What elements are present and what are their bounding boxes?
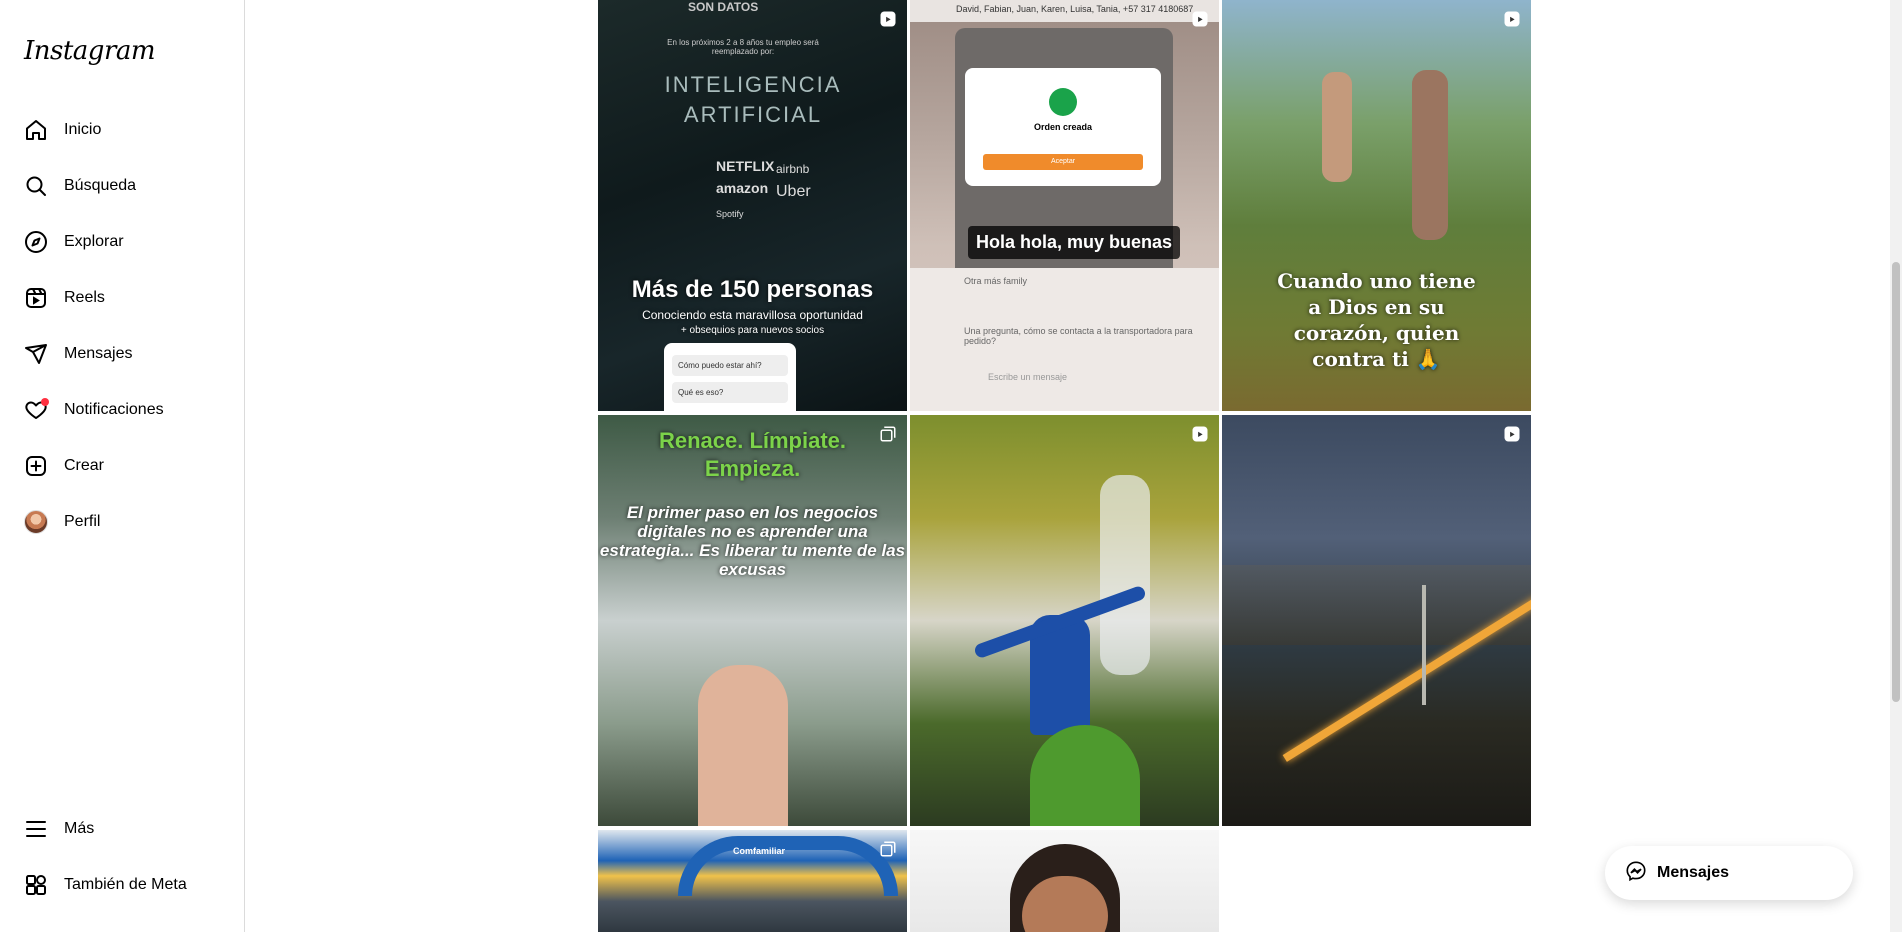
sidebar-item-explore[interactable]: Explorar bbox=[12, 218, 232, 266]
post-tile[interactable]: SON DATOS En los próximos 2 a 8 años tu … bbox=[598, 0, 907, 411]
post-text: El primer paso en los negocios digitales… bbox=[599, 503, 906, 579]
post-text: Orden creada bbox=[1033, 122, 1093, 132]
grid-shapes-icon bbox=[24, 873, 48, 897]
reel-icon bbox=[1191, 10, 1209, 28]
sidebar-item-label: Explorar bbox=[64, 233, 124, 250]
post-text: SON DATOS bbox=[688, 0, 759, 14]
reels-icon bbox=[24, 286, 48, 310]
home-icon bbox=[24, 118, 48, 142]
plus-square-icon bbox=[24, 454, 48, 478]
post-text: Cuando uno tiene a Dios en su corazón, q… bbox=[1277, 269, 1476, 371]
bridge-pylon bbox=[1422, 585, 1426, 705]
post-tile[interactable]: Comfamiliar bbox=[598, 830, 907, 932]
post-text: Una pregunta, cómo se contacta a la tran… bbox=[964, 326, 1193, 346]
leaf bbox=[1030, 725, 1140, 826]
sidebar-item-more[interactable]: Más bbox=[12, 805, 232, 853]
sidebar-item-notifications[interactable]: Notificaciones bbox=[12, 386, 232, 434]
post-text: Conociendo esta maravillosa oportunidad bbox=[642, 308, 863, 322]
post-text: Qué es eso? bbox=[672, 382, 788, 403]
sidebar-item-search[interactable]: Búsqueda bbox=[12, 162, 232, 210]
sidebar-item-label: Perfil bbox=[64, 513, 101, 530]
avatar bbox=[24, 510, 48, 534]
sidebar-item-reels[interactable]: Reels bbox=[12, 274, 232, 322]
fighter-figure bbox=[1412, 70, 1448, 240]
profile-avatar bbox=[24, 510, 48, 534]
sidebar-item-label: Mensajes bbox=[64, 345, 133, 362]
reel-icon bbox=[1503, 10, 1521, 28]
sidebar-item-profile[interactable]: Perfil bbox=[12, 498, 232, 546]
post-text: Más de 150 personas bbox=[631, 276, 874, 303]
order-card: Orden creada Aceptar bbox=[965, 68, 1161, 186]
post-text: INTELIGENCIA ARTIFICIAL bbox=[664, 72, 842, 127]
chat-card: Cómo puedo estar ahí? Qué es eso? bbox=[664, 343, 796, 411]
sidebar-item-also-from-meta[interactable]: También de Meta bbox=[12, 861, 232, 909]
post-text: Hola hola, muy buenas bbox=[968, 226, 1181, 259]
person-figure bbox=[698, 665, 788, 826]
compass-icon bbox=[24, 230, 48, 254]
sidebar-item-home[interactable]: Inicio bbox=[12, 106, 232, 154]
carousel-icon bbox=[879, 840, 897, 858]
scrollbar-track[interactable] bbox=[1890, 0, 1902, 932]
post-text: Aceptar bbox=[983, 154, 1143, 170]
sidebar: Instagram Inicio Búsqueda Explorar Reels… bbox=[0, 0, 245, 932]
post-text: Cómo puedo estar ahí? bbox=[672, 355, 788, 376]
post-text: Otra más family bbox=[964, 276, 1028, 286]
menu-icon bbox=[24, 817, 48, 841]
reel-icon bbox=[1191, 425, 1209, 443]
post-text: airbnb bbox=[776, 162, 810, 176]
sidebar-item-messages[interactable]: Mensajes bbox=[12, 330, 232, 378]
instagram-logo[interactable]: Instagram bbox=[24, 36, 156, 66]
sidebar-item-label: Más bbox=[64, 820, 95, 837]
heart-icon bbox=[24, 398, 49, 422]
post-tile[interactable] bbox=[910, 830, 1219, 932]
chat-header: David, Fabian, Juan, Karen, Luisa, Tania… bbox=[910, 0, 1219, 22]
post-tile[interactable]: David, Fabian, Juan, Karen, Luisa, Tania… bbox=[910, 0, 1219, 411]
sidebar-item-create[interactable]: Crear bbox=[12, 442, 232, 490]
post-text: En los próximos 2 a 8 años tu empleo ser… bbox=[667, 38, 819, 56]
post-tile[interactable]: Renace. Límpiate. Empieza. El primer pas… bbox=[598, 415, 907, 826]
notification-dot bbox=[41, 398, 49, 406]
messages-label: Mensajes bbox=[1657, 864, 1730, 881]
chat-area: Otra más family Una pregunta, cómo se co… bbox=[910, 268, 1219, 411]
post-tile[interactable] bbox=[1222, 415, 1531, 826]
sidebar-item-label: Reels bbox=[64, 289, 105, 306]
send-icon bbox=[24, 342, 48, 366]
finish-arch bbox=[678, 836, 898, 896]
messenger-icon bbox=[1625, 860, 1647, 887]
carousel-icon bbox=[879, 425, 897, 443]
post-text: amazon bbox=[716, 180, 769, 196]
post-text: David, Fabian, Juan, Karen, Luisa, Tania… bbox=[956, 4, 1194, 14]
sidebar-item-label: Inicio bbox=[64, 121, 102, 138]
fighter-figure bbox=[1322, 72, 1352, 182]
post-text: Comfamiliar bbox=[733, 846, 786, 856]
messages-floating-button[interactable]: Mensajes bbox=[1605, 846, 1853, 900]
post-text: + obsequios para nuevos socios bbox=[680, 325, 825, 336]
sidebar-item-label: También de Meta bbox=[64, 876, 187, 893]
reel-icon bbox=[879, 10, 897, 28]
sidebar-item-label: Crear bbox=[64, 457, 105, 474]
post-tile[interactable] bbox=[910, 415, 1219, 826]
check-icon bbox=[1049, 88, 1077, 116]
reel-icon bbox=[1503, 425, 1521, 443]
post-text: Spotify bbox=[716, 209, 744, 219]
post-text: Uber bbox=[776, 183, 811, 200]
search-icon bbox=[24, 174, 48, 198]
post-tile[interactable]: Cuando uno tiene a Dios en su corazón, q… bbox=[1222, 0, 1531, 411]
post-text: NETFLIX bbox=[716, 158, 775, 174]
waterfall bbox=[1100, 475, 1150, 675]
post-text: Escribe un mensaje bbox=[988, 372, 1068, 382]
post-text: Renace. Límpiate. Empieza. bbox=[658, 428, 847, 481]
sidebar-item-label: Búsqueda bbox=[64, 177, 137, 194]
sidebar-item-label: Notificaciones bbox=[64, 401, 164, 418]
scrollbar-thumb[interactable] bbox=[1892, 262, 1900, 702]
